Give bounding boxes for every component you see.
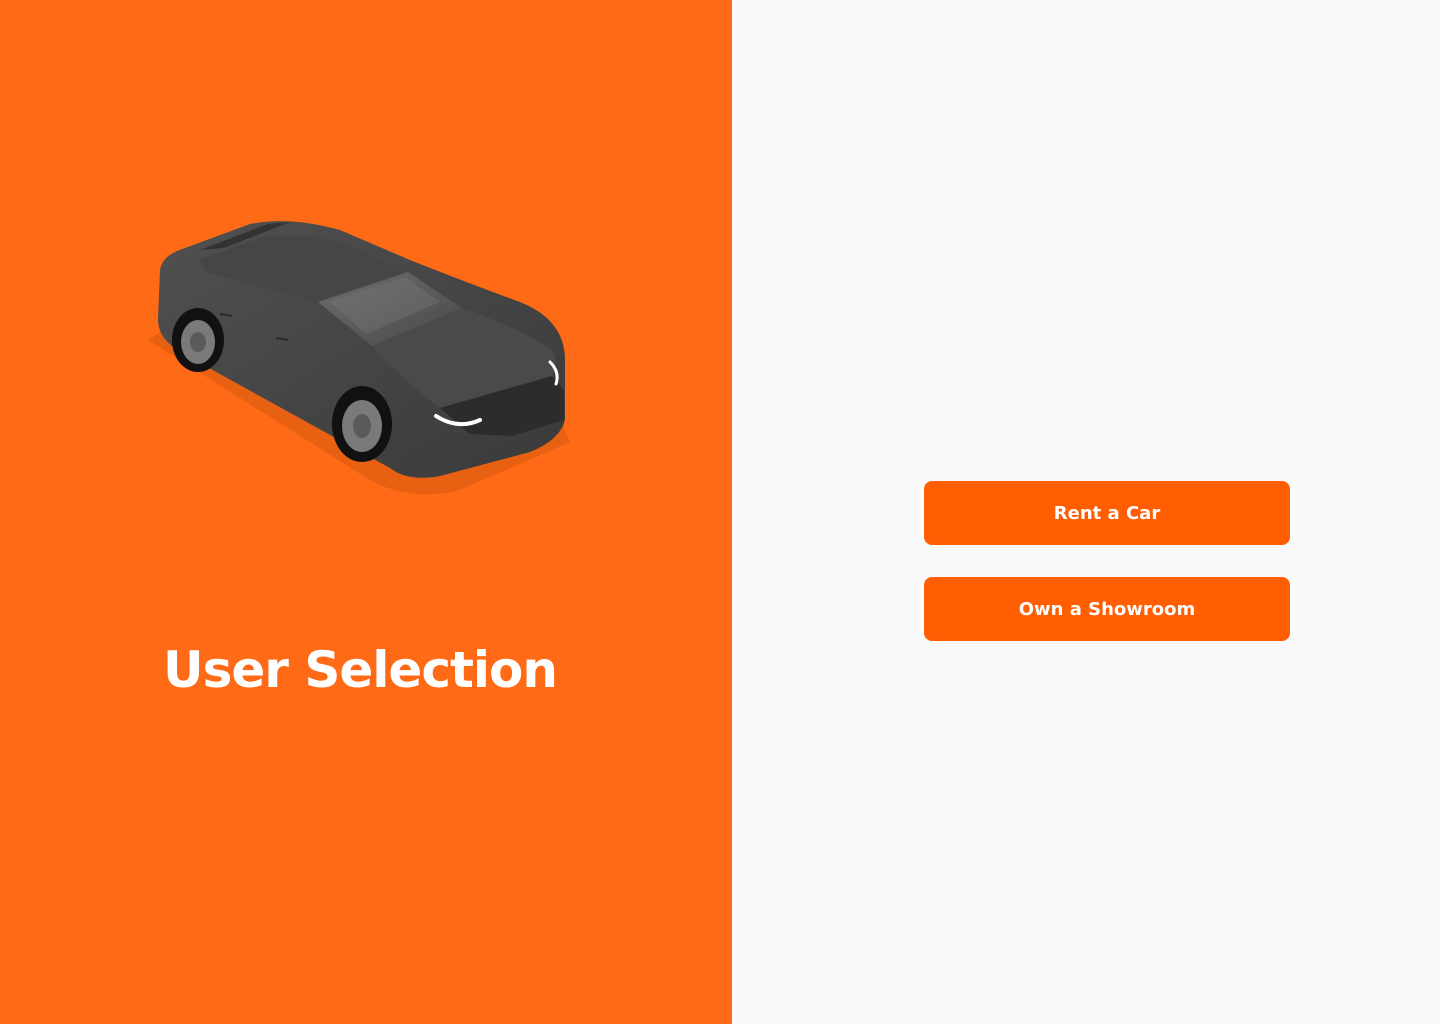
hero-panel: User Selection [0,0,732,1024]
page-title: User Selection [163,640,558,699]
car-icon [148,221,570,495]
user-selection-page: User Selection Rent a Car Own a Showroom [0,0,1440,1024]
selection-panel: Rent a Car Own a Showroom [732,0,1440,1024]
rent-a-car-button[interactable]: Rent a Car [924,481,1290,545]
own-a-showroom-button[interactable]: Own a Showroom [924,577,1290,641]
